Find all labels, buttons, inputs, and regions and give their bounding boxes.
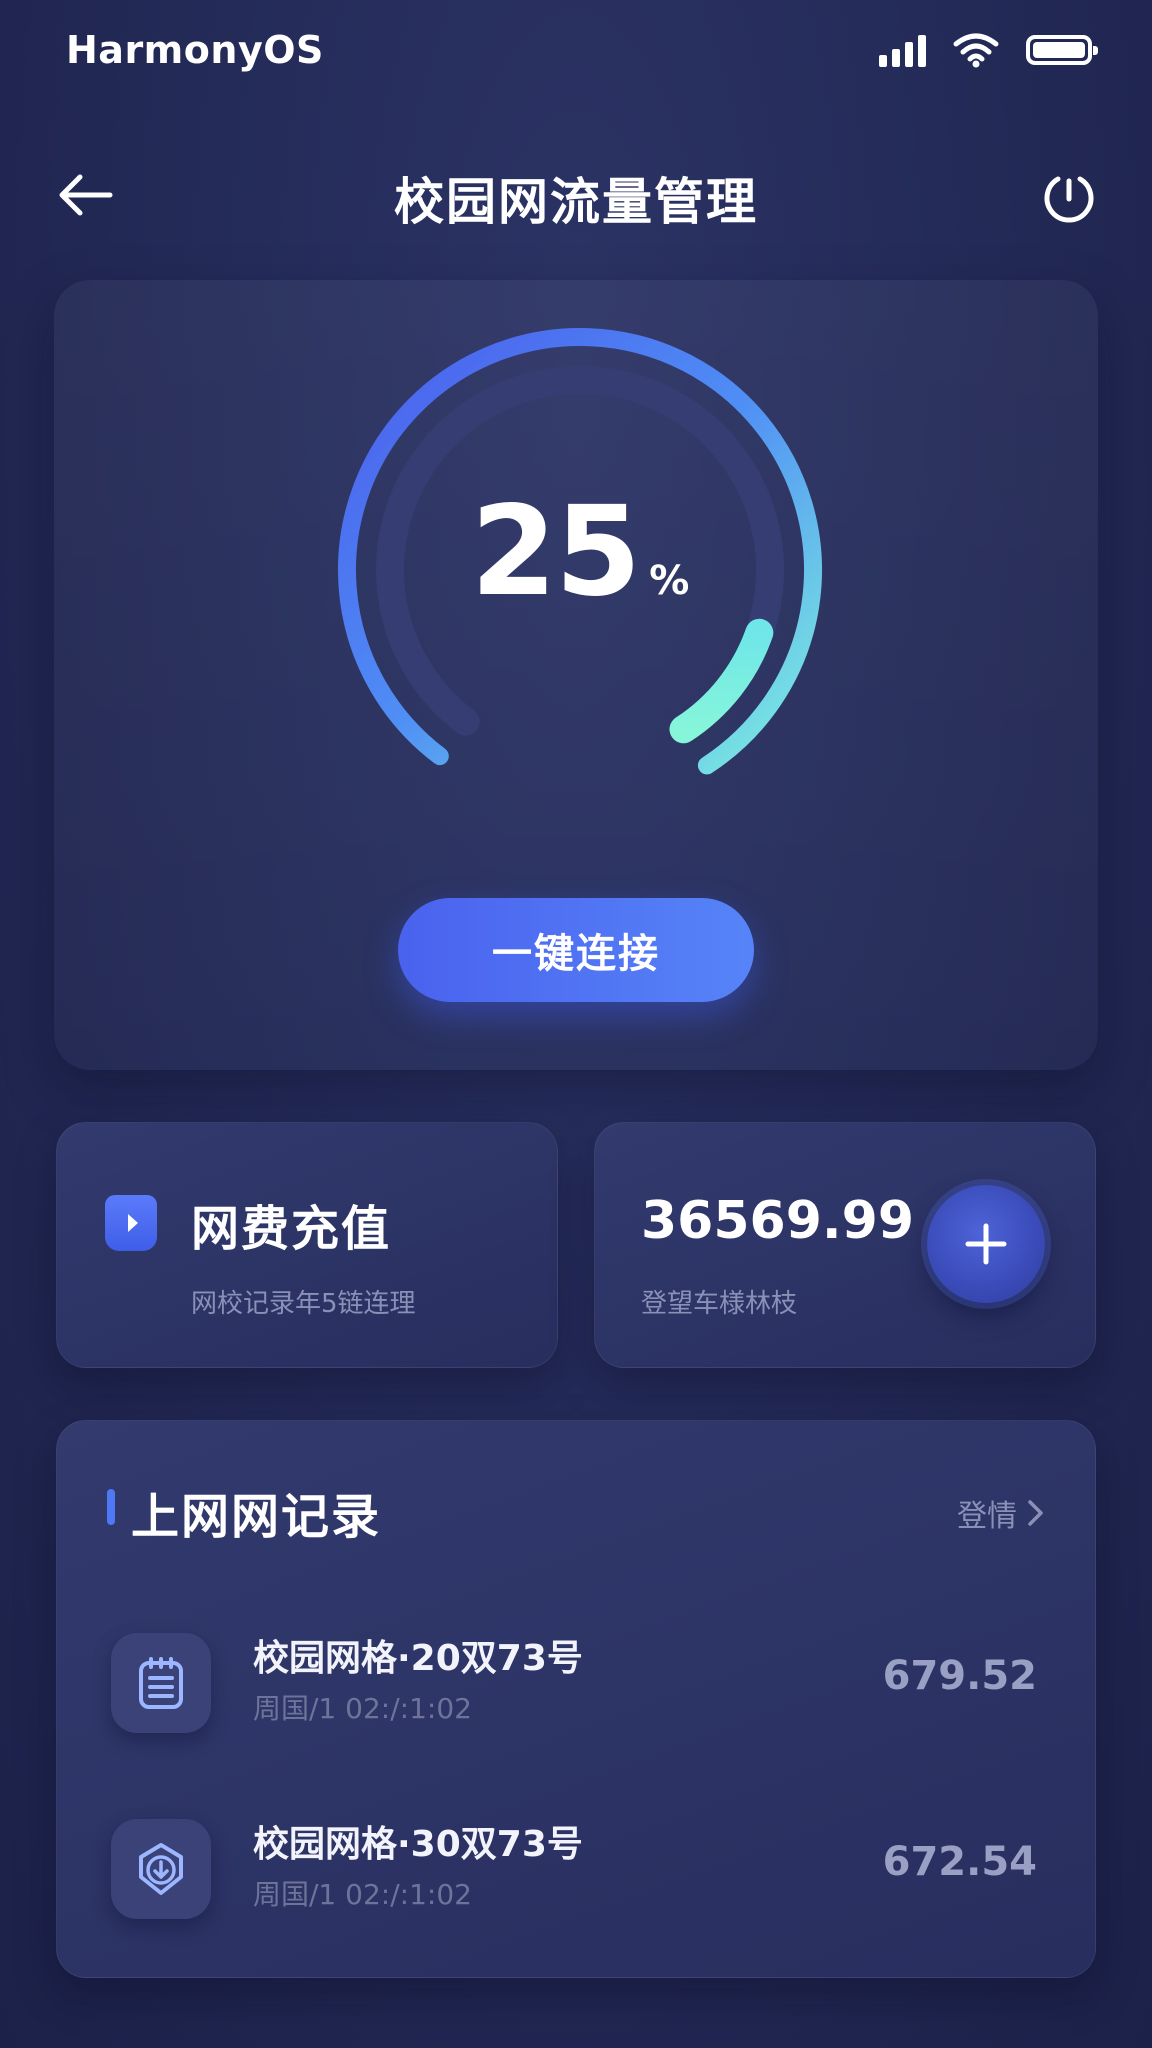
signal-icon: [879, 33, 926, 67]
records-more-label: 登情: [957, 1499, 1017, 1534]
download-shield-icon: [139, 1843, 183, 1895]
balance-card: 36569.99 登望车様林枝: [594, 1122, 1096, 1368]
record-name: 校园网格·30双73号: [253, 1824, 583, 1865]
plus-icon: [965, 1223, 1007, 1265]
record-row[interactable]: 校园网格·30双73号 周国/1 02:/:1:02 672.54: [57, 1805, 1095, 1935]
battery-icon: [1026, 35, 1098, 65]
records-more-link[interactable]: 登情: [957, 1491, 1045, 1535]
record-time: 周国/1 02:/:1:02: [253, 1692, 472, 1725]
header: 校园网流量管理: [0, 140, 1152, 250]
gauge-value: 25%: [330, 480, 830, 624]
usage-gauge: 25%: [330, 320, 830, 820]
gauge-percent-unit: %: [649, 558, 690, 604]
wifi-icon: [953, 33, 999, 68]
record-amount: 672.54: [882, 1839, 1037, 1885]
power-icon: [1044, 176, 1094, 223]
status-icons: [879, 32, 1098, 68]
notepad-icon: [139, 1657, 183, 1709]
balance-subtitle: 登望车様林枝: [641, 1289, 798, 1319]
record-row[interactable]: 校园网格·20双73号 周国/1 02:/:1:02 679.52: [57, 1619, 1095, 1749]
os-name: HarmonyOS: [66, 28, 324, 72]
gauge-percent-value: 25: [470, 480, 642, 624]
gauge-progress-arc: [669, 618, 774, 744]
recharge-card[interactable]: 网费充值 网校记录年5链连理: [56, 1122, 558, 1368]
status-bar: HarmonyOS: [0, 0, 1152, 100]
section-accent-bar: [107, 1489, 115, 1525]
records-card: 上网网记录 登情 校园网格·20双73号 周国/1 02:/:1:02 679.…: [56, 1420, 1096, 1978]
usage-gauge-card: 25% 一键连接: [54, 280, 1098, 1070]
record-name: 校园网格·20双73号: [253, 1638, 583, 1679]
record-icon-box: [111, 1633, 211, 1733]
play-badge-icon: [105, 1195, 157, 1251]
record-icon-box: [111, 1819, 211, 1919]
page-title: 校园网流量管理: [394, 173, 758, 231]
add-balance-button[interactable]: [927, 1185, 1045, 1303]
records-title: 上网网记录: [131, 1489, 382, 1545]
recharge-title: 网费充值: [191, 1201, 392, 1257]
record-time: 周国/1 02:/:1:02: [253, 1878, 472, 1911]
recharge-subtitle: 网校记录年5链连理: [191, 1289, 416, 1319]
power-button[interactable]: [1036, 162, 1102, 228]
connect-button[interactable]: 一键连接: [398, 898, 754, 1002]
chevron-right-icon: [1028, 1500, 1043, 1526]
balance-value: 36569.99: [641, 1191, 915, 1251]
record-amount: 679.52: [882, 1653, 1037, 1699]
